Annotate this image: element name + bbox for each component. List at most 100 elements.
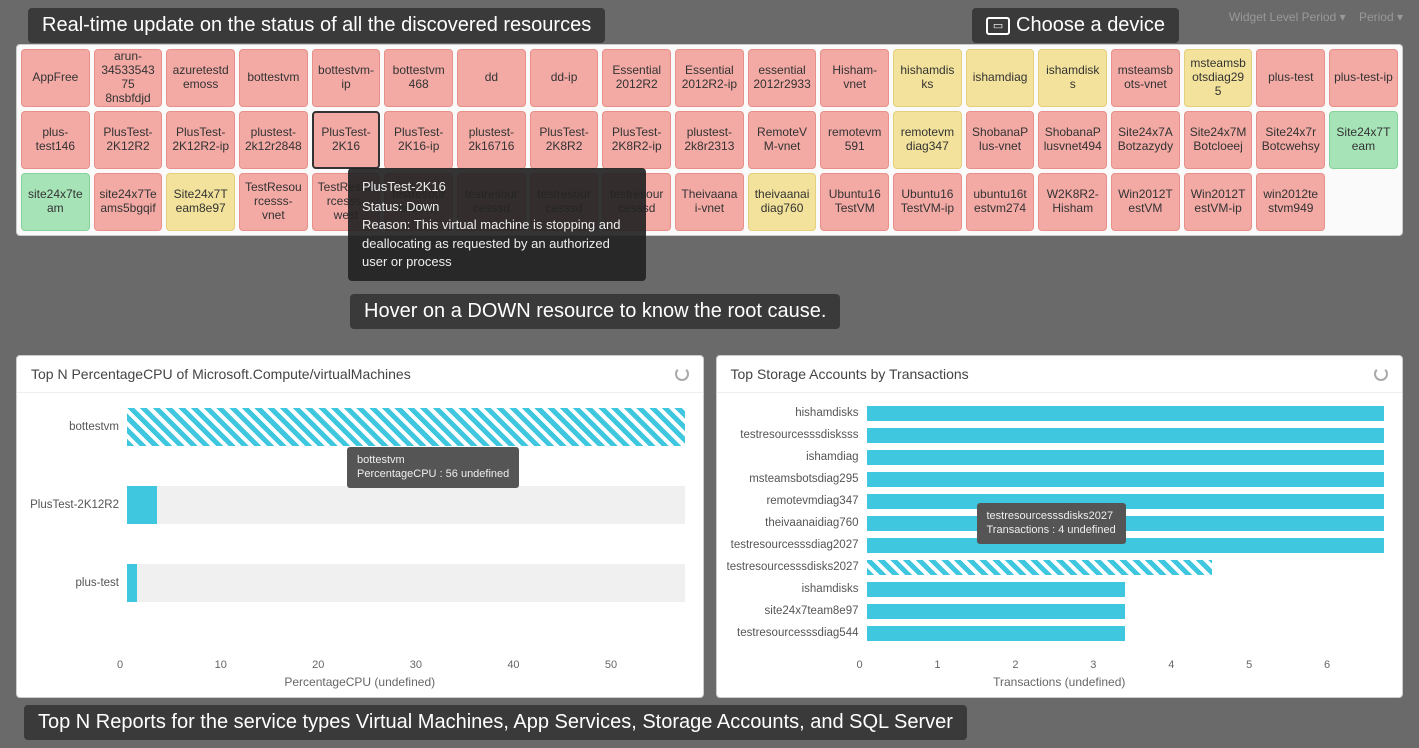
bar-row[interactable]: testresourcesssdisksss <box>727 425 1385 445</box>
resource-tooltip: PlusTest-2K16 Status: Down Reason: This … <box>348 168 646 281</box>
resource-tile[interactable]: W2K8R2-Hisham <box>1038 173 1107 231</box>
bar-row[interactable]: ishamdiag <box>727 447 1385 467</box>
tooltip-title: PlusTest-2K16 <box>362 178 632 196</box>
bar-label: PlusTest-2K12R2 <box>27 499 127 511</box>
bar-row[interactable]: PlusTest-2K12R2 <box>27 481 685 529</box>
resource-tile[interactable]: Site24x7rBotcwehsy <box>1256 111 1325 169</box>
resource-tile[interactable]: PlusTest-2K12R2-ip <box>166 111 235 169</box>
bar-track <box>127 486 685 524</box>
bar-track <box>867 472 1385 487</box>
xaxis-tick: 10 <box>215 659 313 671</box>
xaxis-tick: 30 <box>410 659 508 671</box>
resource-tile[interactable]: Site24x7ABotzazydy <box>1111 111 1180 169</box>
resource-tile[interactable]: bottestvm <box>239 49 308 107</box>
resource-tile[interactable]: Ubuntu16TestVM-ip <box>893 173 962 231</box>
chart-cpu-xaxis: 01020304050 <box>117 655 703 671</box>
resource-tile[interactable]: RemoteVM-vnet <box>748 111 817 169</box>
resource-tile[interactable]: Essential 2012R2-ip <box>675 49 744 107</box>
bar-row[interactable]: ishamdisks <box>727 579 1385 599</box>
resource-tile[interactable]: plus-test-ip <box>1329 49 1398 107</box>
bar-label: plus-test <box>27 577 127 589</box>
bar-row[interactable]: testresourcesssdisks2027 <box>727 557 1385 577</box>
resource-tile[interactable]: dd <box>457 49 526 107</box>
chart-storage-title: Top Storage Accounts by Transactions <box>731 366 969 382</box>
resource-tile[interactable]: hishamdisks <box>893 49 962 107</box>
resource-tile[interactable]: PlusTest-2K16-ip <box>384 111 453 169</box>
xaxis-tick: 0 <box>117 659 215 671</box>
resource-tile[interactable]: site24x7Teams5bgqif <box>94 173 163 231</box>
refresh-icon[interactable] <box>675 367 689 381</box>
bar-fill <box>867 472 1385 487</box>
resource-tile[interactable]: plus-test146 <box>21 111 90 169</box>
chart-storage-xaxis: 0123456 <box>857 655 1403 671</box>
bar-label: site24x7team8e97 <box>727 605 867 617</box>
resource-tile[interactable]: msteamsbots-vnet <box>1111 49 1180 107</box>
resource-tile[interactable]: ishamdiag <box>966 49 1035 107</box>
resource-tile[interactable]: dd-ip <box>530 49 599 107</box>
resource-tile[interactable]: plustest-2k8r2313 <box>675 111 744 169</box>
resource-tile[interactable]: bottestvm-ip <box>312 49 381 107</box>
chart-cpu-body: bottestvm PercentageCPU : 56 undefined b… <box>17 393 703 655</box>
resource-tile[interactable]: ShobanaPlus-vnet <box>966 111 1035 169</box>
resource-tile[interactable]: Site24x7MBotcloeej <box>1184 111 1253 169</box>
bar-track <box>867 428 1385 443</box>
resource-tile[interactable]: bottestvm468 <box>384 49 453 107</box>
xaxis-tick: 4 <box>1168 659 1246 671</box>
bar-row[interactable]: bottestvm <box>27 403 685 451</box>
resource-tile[interactable]: Win2012TestVM <box>1111 173 1180 231</box>
resource-tile[interactable]: ishamdisks <box>1038 49 1107 107</box>
resource-tile[interactable]: win2012testvm949 <box>1256 173 1325 231</box>
bar-row[interactable]: site24x7team8e97 <box>727 601 1385 621</box>
resource-tile[interactable]: arun-3453354375 8nsbfdjd <box>94 49 163 107</box>
resource-tile[interactable]: plus-test <box>1256 49 1325 107</box>
resource-tile[interactable]: PlusTest-2K8R2 <box>530 111 599 169</box>
bar-row[interactable]: msteamsbotsdiag295 <box>727 469 1385 489</box>
resource-tile[interactable]: remotevm591 <box>820 111 889 169</box>
bar-fill <box>867 450 1385 465</box>
callout-realtime: Real-time update on the status of all th… <box>28 8 605 43</box>
resource-tile[interactable]: TestResourcesss-vnet <box>239 173 308 231</box>
chart-cpu-tooltip-name: bottestvm <box>357 453 509 467</box>
xaxis-tick: 0 <box>857 659 935 671</box>
resource-tile[interactable]: Essential 2012R2 <box>602 49 671 107</box>
resource-tile[interactable]: Hisham-vnet <box>820 49 889 107</box>
resource-tile[interactable]: Site24x7Team <box>1329 111 1398 169</box>
refresh-icon[interactable] <box>1374 367 1388 381</box>
bar-fill <box>127 408 685 446</box>
chart-storage-body: testresourcesssdisks2027 Transactions : … <box>717 393 1403 655</box>
resource-tile[interactable]: site24x7team <box>21 173 90 231</box>
resource-tile[interactable]: azuretestdemoss <box>166 49 235 107</box>
bar-track <box>867 604 1385 619</box>
chart-storage-panel: Top Storage Accounts by Transactions tes… <box>716 355 1404 698</box>
bar-label: msteamsbotsdiag295 <box>727 473 867 485</box>
resource-tile[interactable]: msteamsbotsdiag295 <box>1184 49 1253 107</box>
resource-tile[interactable]: Ubuntu16TestVM <box>820 173 889 231</box>
widget-period-dropdown[interactable]: Widget Level Period <box>1229 10 1336 24</box>
resource-tile[interactable]: Theivaanai-vnet <box>675 173 744 231</box>
bar-fill <box>867 626 1126 641</box>
resource-tile[interactable]: PlusTest-2K12R2 <box>94 111 163 169</box>
resource-tile[interactable]: plustest-2k12r2848 <box>239 111 308 169</box>
bar-row[interactable]: hishamdisks <box>727 403 1385 423</box>
bar-track <box>127 564 685 602</box>
bar-track <box>127 408 685 446</box>
bar-row[interactable]: plus-test <box>27 559 685 607</box>
resource-tile[interactable]: Site24x7Team8e97 <box>166 173 235 231</box>
resource-tile[interactable]: plustest-2k16716 <box>457 111 526 169</box>
resource-tile[interactable]: remotevmdiag347 <box>893 111 962 169</box>
resource-tile[interactable]: theivaanaidiag760 <box>748 173 817 231</box>
resource-tile[interactable]: essential 2012r2933 <box>748 49 817 107</box>
chart-cpu-panel: Top N PercentageCPU of Microsoft.Compute… <box>16 355 704 698</box>
resource-tile[interactable]: PlusTest-2K16 <box>312 111 381 169</box>
resource-tile[interactable]: PlusTest-2K8R2-ip <box>602 111 671 169</box>
resource-tile[interactable]: Win2012TestVM-ip <box>1184 173 1253 231</box>
resource-tile[interactable]: ubuntu16testvm274 <box>966 173 1035 231</box>
period-dropdown[interactable]: Period <box>1359 10 1394 24</box>
chart-cpu-title: Top N PercentageCPU of Microsoft.Compute… <box>31 366 411 382</box>
chart-storage-tooltip-name: testresourcesssdisks2027 <box>987 509 1116 523</box>
bar-row[interactable]: testresourcesssdiag544 <box>727 623 1385 643</box>
bar-label: testresourcesssdisksss <box>727 429 867 441</box>
resource-tile[interactable]: ShobanaPlusvnet494 <box>1038 111 1107 169</box>
chart-cpu-tooltip: bottestvm PercentageCPU : 56 undefined <box>347 447 519 488</box>
resource-tile[interactable]: AppFree <box>21 49 90 107</box>
